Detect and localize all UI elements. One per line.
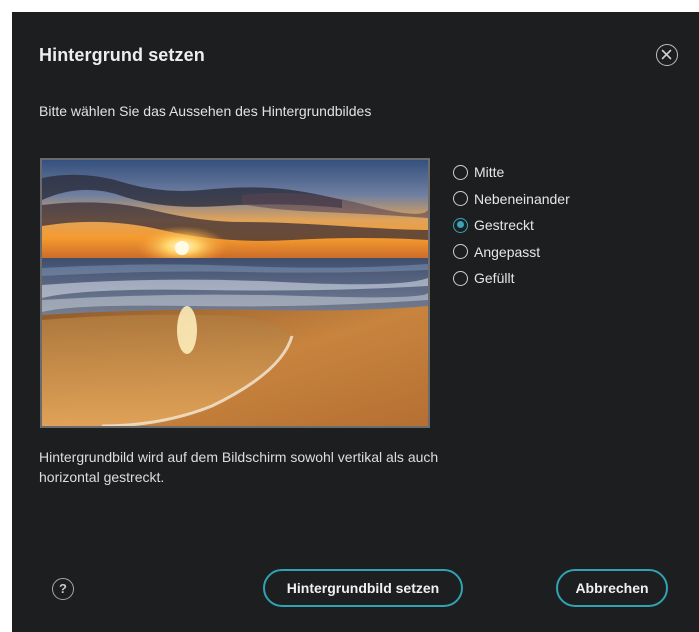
option-label: Mitte <box>474 164 505 181</box>
radio-angepasst[interactable] <box>453 244 468 260</box>
radio-gestreckt[interactable] <box>453 217 468 233</box>
dialog-subtitle: Bitte wählen Sie das Aussehen des Hinter… <box>39 103 372 119</box>
option-label: Gestreckt <box>474 217 534 234</box>
option-label: Gefüllt <box>474 270 515 287</box>
option-gefuellt[interactable]: Gefüllt <box>453 265 570 292</box>
set-wallpaper-dialog: Hintergrund setzen Bitte wählen Sie das … <box>12 12 699 632</box>
option-label: Angepasst <box>474 243 541 260</box>
radio-nebeneinander[interactable] <box>453 191 468 207</box>
option-description: Hintergrundbild wird auf dem Bildschirm … <box>39 449 439 485</box>
option-mitte[interactable]: Mitte <box>453 159 570 186</box>
option-nebeneinander[interactable]: Nebeneinander <box>453 186 570 213</box>
radio-mitte[interactable] <box>453 164 468 180</box>
dialog-title: Hintergrund setzen <box>39 45 205 65</box>
option-gestreckt[interactable]: Gestreckt <box>453 212 570 239</box>
question-mark-icon[interactable]: ? <box>52 578 74 600</box>
wallpaper-preview <box>40 158 430 428</box>
cancel-button[interactable]: Abbrechen <box>556 569 668 607</box>
option-angepasst[interactable]: Angepasst <box>453 239 570 266</box>
radio-gefuellt[interactable] <box>453 270 468 286</box>
close-icon[interactable] <box>656 44 678 66</box>
scaling-options: Mitte Nebeneinander Gestreckt Angepasst … <box>453 159 570 292</box>
set-wallpaper-button[interactable]: Hintergrundbild setzen <box>263 569 463 607</box>
option-label: Nebeneinander <box>474 190 570 207</box>
